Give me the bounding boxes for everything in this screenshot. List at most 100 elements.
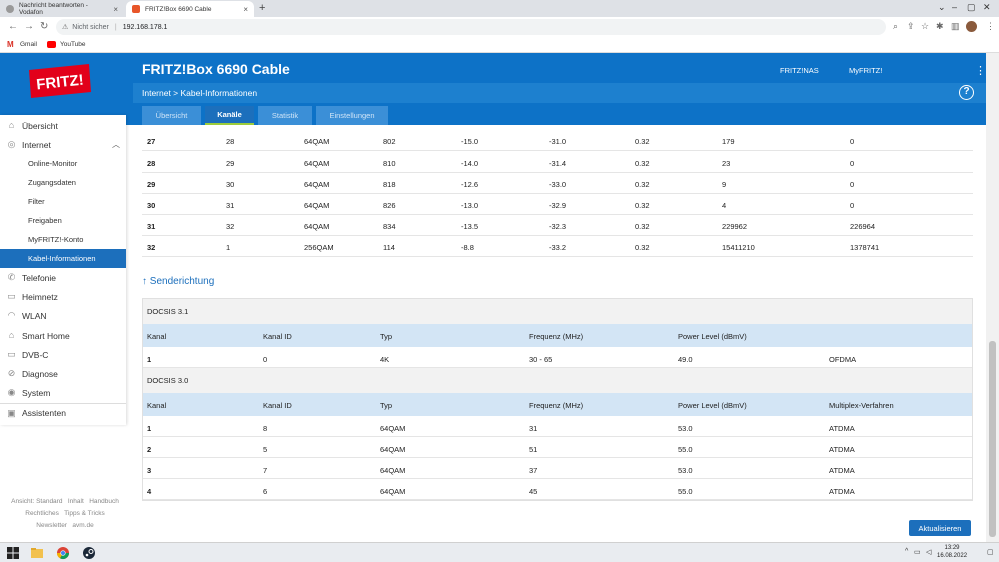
table-row: 3 7 64QAM 37 53.0 ATDMA: [143, 458, 972, 479]
sidebar-item-label: Filter: [28, 197, 45, 206]
footer-tipps-link[interactable]: Tipps & Tricks: [64, 510, 105, 517]
volume-icon[interactable]: ◁: [926, 548, 931, 556]
sidebar-item-zugangsdaten[interactable]: Zugangsdaten: [0, 173, 126, 192]
network-tray-icon[interactable]: ▭: [914, 548, 921, 556]
address-bar-row: ← → ↻ ⚠ Nicht sicher | 192.168.178.1 ⌕ ⇪…: [0, 17, 999, 37]
bookmark-star-icon[interactable]: ☆: [921, 21, 929, 32]
footer-rechtliches-link[interactable]: Rechtliches: [25, 510, 59, 517]
tab-einstellungen[interactable]: Einstellungen: [316, 106, 388, 125]
fritz-logo[interactable]: FRITZ!: [25, 62, 95, 100]
sidebar-item-freigaben[interactable]: Freigaben: [0, 211, 126, 230]
steam-icon[interactable]: [82, 546, 96, 560]
sidebar-item-label: MyFRITZ!-Konto: [28, 235, 84, 244]
table-cell: 64QAM: [380, 466, 406, 475]
footer-avm-link[interactable]: avm.de: [72, 522, 93, 529]
browser-tab-vodafone[interactable]: Nachricht beantworten - Vodafon ×: [0, 1, 124, 17]
url-input[interactable]: ⚠ Nicht sicher | 192.168.178.1: [56, 19, 886, 35]
table-cell: 0: [850, 159, 855, 168]
table-cell: 4: [147, 487, 152, 496]
footer-newsletter-link[interactable]: Newsletter: [36, 522, 67, 529]
table-cell: 0.32: [635, 201, 650, 210]
docsis-31-panel: DOCSIS 3.1 Kanal Kanal ID Typ Frequenz (MHz…: [142, 298, 973, 501]
close-tab-icon[interactable]: ×: [113, 5, 118, 14]
table-cell: 64QAM: [380, 445, 406, 454]
close-tab-icon[interactable]: ×: [243, 5, 248, 14]
sidebar-item-smart-home[interactable]: ⌂ Smart Home: [0, 326, 126, 345]
taskbar-clock[interactable]: 13:29 16.08.2022: [937, 544, 967, 560]
table-cell: 53.0: [678, 424, 693, 433]
table-cell: 64QAM: [304, 201, 330, 210]
table-cell: 64QAM: [304, 159, 330, 168]
table-cell: 226964: [850, 222, 876, 231]
docsis-30-title: DOCSIS 3.0: [143, 368, 972, 393]
senderichtung-heading: ↑ Senderichtung: [142, 276, 215, 287]
sidebar-item-heimnetz[interactable]: ▭ Heimnetz: [0, 287, 126, 306]
sidebar-item-filter[interactable]: Filter: [0, 192, 126, 211]
table-cell: ATDMA: [829, 445, 855, 454]
column-header: Frequenz (MHz): [529, 332, 584, 341]
share-icon[interactable]: ⇪: [907, 21, 915, 32]
sidebar-item-myfritz-konto[interactable]: MyFRITZ!-Konto: [0, 230, 126, 249]
tab-statistik[interactable]: Statistik: [258, 106, 312, 125]
sidebar-item-telefonie[interactable]: ✆ Telefonie: [0, 268, 126, 287]
sidebar-item-uebersicht[interactable]: ⌂ Übersicht: [0, 116, 126, 135]
column-header: Power Level (dBmV): [678, 401, 747, 410]
sidebar-item-diagnose[interactable]: ⊘ Diagnose: [0, 364, 126, 383]
table-cell: 0: [263, 355, 268, 364]
file-explorer-icon[interactable]: [30, 546, 44, 560]
sidebar-item-internet[interactable]: ◎ Internet ︿: [0, 135, 126, 154]
menu-icon[interactable]: ⋮: [975, 64, 986, 77]
table-cell: 31: [147, 222, 156, 231]
scrollbar-thumb[interactable]: [989, 341, 996, 537]
scrollbar[interactable]: [986, 53, 999, 542]
footer-inhalt-link[interactable]: Inhalt: [68, 498, 84, 505]
notification-icon[interactable]: ▢: [987, 548, 994, 556]
footer-handbuch-link[interactable]: Handbuch: [89, 498, 119, 505]
forward-icon[interactable]: →: [24, 21, 34, 32]
sidebar-item-wlan[interactable]: ◠ WLAN: [0, 306, 126, 325]
bookmark-youtube[interactable]: YouTube: [46, 41, 86, 48]
maximize-icon[interactable]: ▢: [967, 2, 976, 13]
tab-uebersicht[interactable]: Übersicht: [142, 106, 201, 125]
close-window-icon[interactable]: ✕: [983, 2, 991, 13]
tray-chevron-icon[interactable]: ^: [905, 548, 908, 555]
sidebar-item-online-monitor[interactable]: Online-Monitor: [0, 154, 126, 173]
sidebar-item-system[interactable]: ◉ System: [0, 383, 126, 402]
browser-tab-fritzbox[interactable]: FRITZ!Box 6690 Cable ×: [126, 1, 254, 17]
bookmark-gmail[interactable]: M Gmail: [7, 41, 37, 49]
aktualisieren-button[interactable]: Aktualisieren: [909, 520, 971, 536]
column-header: Power Level (dBmV): [678, 332, 747, 341]
extensions-icon[interactable]: ✱: [936, 21, 944, 32]
table-cell: 55.0: [678, 487, 693, 496]
sidebar-item-assistenten[interactable]: ▣ Assistenten: [0, 403, 126, 422]
help-icon[interactable]: ?: [959, 85, 974, 100]
table-cell: 834: [383, 222, 396, 231]
menu-icon[interactable]: ⋮: [986, 21, 995, 32]
table-cell: 8: [263, 424, 268, 433]
sidepanel-icon[interactable]: ▥: [951, 21, 960, 32]
table-cell: 4: [722, 201, 727, 210]
new-tab-icon[interactable]: +: [259, 2, 265, 14]
minimize-icon[interactable]: –: [952, 2, 957, 12]
tab-kanaele[interactable]: Kanäle: [205, 106, 254, 125]
table-cell: 0.32: [635, 180, 650, 189]
sidebar-item-kabel-informationen[interactable]: Kabel-Informationen: [0, 249, 126, 268]
chrome-icon[interactable]: [56, 546, 70, 560]
table-cell: 229962: [722, 222, 748, 231]
profile-avatar[interactable]: [966, 21, 977, 32]
table-cell: 1378741: [850, 243, 880, 252]
fritznas-link[interactable]: FRITZ!NAS: [780, 66, 819, 75]
footer-ansicht-link[interactable]: Ansicht: Standard: [11, 498, 62, 505]
myfritz-link[interactable]: MyFRITZ!: [849, 66, 882, 75]
back-icon[interactable]: ←: [8, 21, 18, 32]
table-cell: 31: [226, 201, 235, 210]
phone-icon: ✆: [7, 272, 16, 282]
windows-start-icon[interactable]: [6, 546, 20, 560]
reload-icon[interactable]: ↻: [40, 21, 48, 32]
taskbar: ^ ▭ ◁ 13:29 16.08.2022 ▢: [0, 542, 999, 562]
sidebar-item-dvb-c[interactable]: ▭ DVB-C: [0, 345, 126, 364]
table-cell: -33.2: [549, 243, 567, 252]
chevron-down-icon[interactable]: ⌄: [938, 2, 946, 13]
zoom-icon[interactable]: ⌕: [893, 21, 898, 32]
sidebar-item-label: Online-Monitor: [28, 159, 78, 168]
